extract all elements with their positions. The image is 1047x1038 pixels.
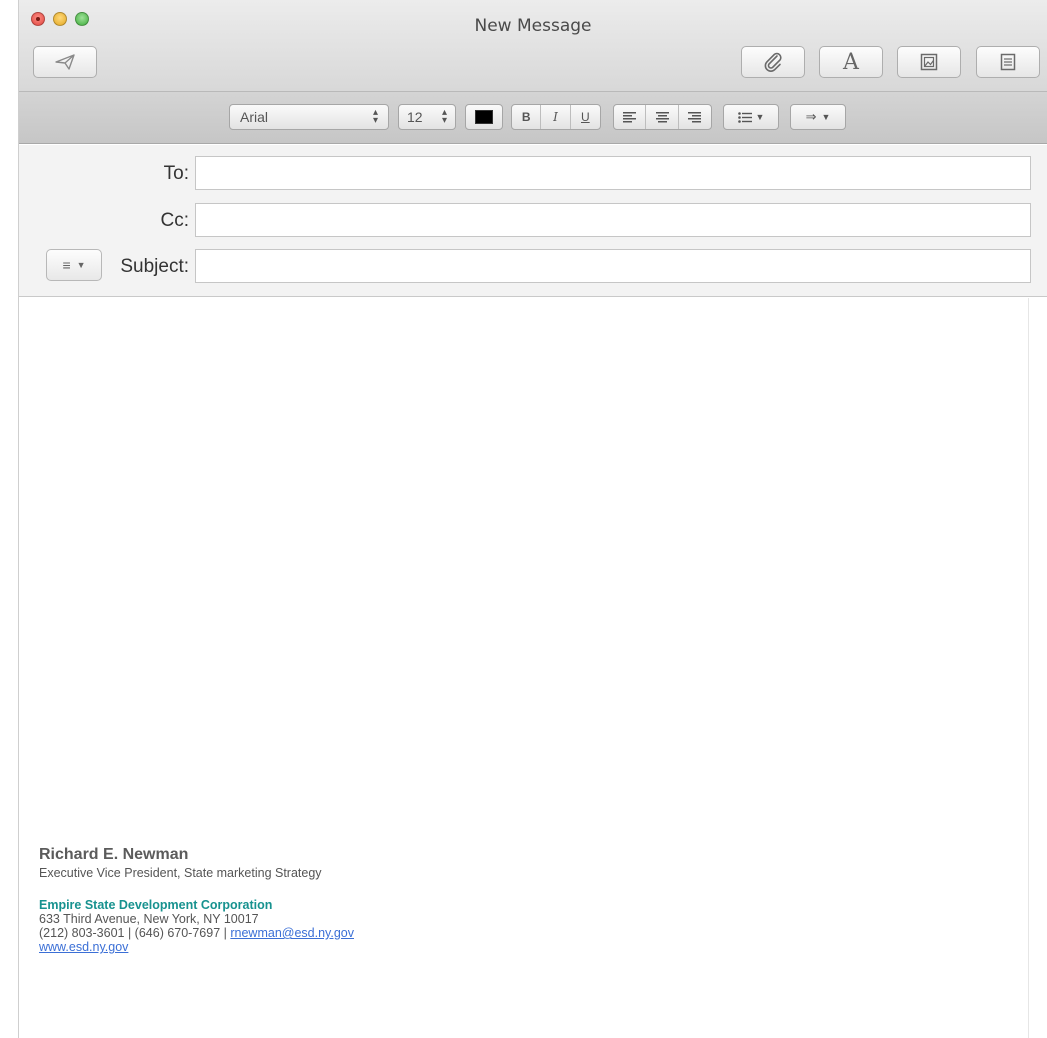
signature-website-link[interactable]: www.esd.ny.gov: [39, 940, 128, 954]
chevron-down-icon: ▼: [755, 112, 765, 122]
signature-organization: Empire State Development Corporation: [39, 898, 273, 912]
chevron-down-icon: ▼: [821, 112, 831, 122]
fonts-icon: A: [843, 49, 859, 75]
stationery-icon: [1000, 53, 1016, 71]
window-title: New Message: [474, 16, 592, 36]
to-field[interactable]: [195, 156, 1031, 190]
underline-button[interactable]: U: [571, 105, 600, 129]
color-swatch: [475, 110, 493, 124]
title-bar: New Message A: [19, 0, 1047, 92]
photo-browser-icon: [920, 53, 938, 71]
font-family-select[interactable]: Arial ▴ ▾: [229, 104, 389, 130]
stationery-button[interactable]: [976, 46, 1040, 78]
subject-field[interactable]: [195, 249, 1031, 283]
attach-button[interactable]: [741, 46, 805, 78]
align-right-icon: [688, 111, 702, 122]
message-headers: To: Cc: ≡ ▼ Subject:: [19, 145, 1047, 297]
align-left-button[interactable]: [614, 105, 647, 129]
photo-browser-button[interactable]: [897, 46, 961, 78]
font-family-value: Arial: [240, 109, 269, 125]
signature: Richard E. Newman Executive Vice Preside…: [39, 846, 354, 954]
signature-phones: (212) 803-3601 | (646) 670-7697 |: [39, 926, 231, 940]
cc-label: Cc:: [160, 210, 190, 231]
list-style-menu[interactable]: ▼: [723, 104, 779, 130]
to-label: To:: [163, 163, 189, 184]
fonts-button[interactable]: A: [819, 46, 883, 78]
format-bar: Arial ▴ ▾ 12 ▴ ▾ B I U ▼ ⇒ ▼: [19, 92, 1047, 144]
bullet-list-icon: [737, 111, 752, 123]
italic-button[interactable]: I: [541, 105, 571, 129]
align-center-button[interactable]: [646, 105, 679, 129]
updown-arrows-icon: ▴ ▾: [372, 107, 378, 126]
message-body[interactable]: Richard E. Newman Executive Vice Preside…: [19, 298, 1029, 1038]
signature-title: Executive Vice President, State marketin…: [39, 866, 322, 880]
align-left-icon: [623, 111, 637, 122]
send-icon: [55, 54, 75, 70]
indent-menu[interactable]: ⇒ ▼: [790, 104, 846, 130]
indent-arrow-icon: ⇒: [805, 109, 817, 124]
attachment-icon: [764, 52, 782, 72]
signature-name: Richard E. Newman: [39, 846, 189, 863]
font-size-select[interactable]: 12 ▴ ▾: [398, 104, 456, 130]
chevron-down-icon: ▼: [76, 260, 86, 270]
cc-field[interactable]: [195, 203, 1031, 237]
subject-label: Subject:: [120, 256, 189, 277]
signature-contact: (212) 803-3601 | (646) 670-7697 | rnewma…: [39, 926, 354, 940]
text-color-button[interactable]: [465, 104, 503, 130]
header-fields-menu[interactable]: ≡ ▼: [46, 249, 102, 281]
send-button[interactable]: [33, 46, 97, 78]
alignment-group: [613, 104, 712, 130]
mail-window: New Message A Arial ▴ ▾ 12 ▴ ▾ B I U ▼ ⇒…: [18, 0, 1047, 1038]
signature-address: 633 Third Avenue, New York, NY 10017: [39, 912, 259, 926]
list-icon: ≡: [62, 257, 71, 273]
signature-website-row: www.esd.ny.gov: [39, 940, 354, 954]
align-center-icon: [655, 111, 669, 122]
text-style-group: B I U: [511, 104, 601, 130]
align-right-button[interactable]: [679, 105, 711, 129]
bold-button[interactable]: B: [512, 105, 542, 129]
updown-arrows-icon: ▴ ▾: [441, 107, 447, 126]
signature-email-link[interactable]: rnewman@esd.ny.gov: [230, 926, 354, 940]
font-size-value: 12: [407, 109, 423, 125]
